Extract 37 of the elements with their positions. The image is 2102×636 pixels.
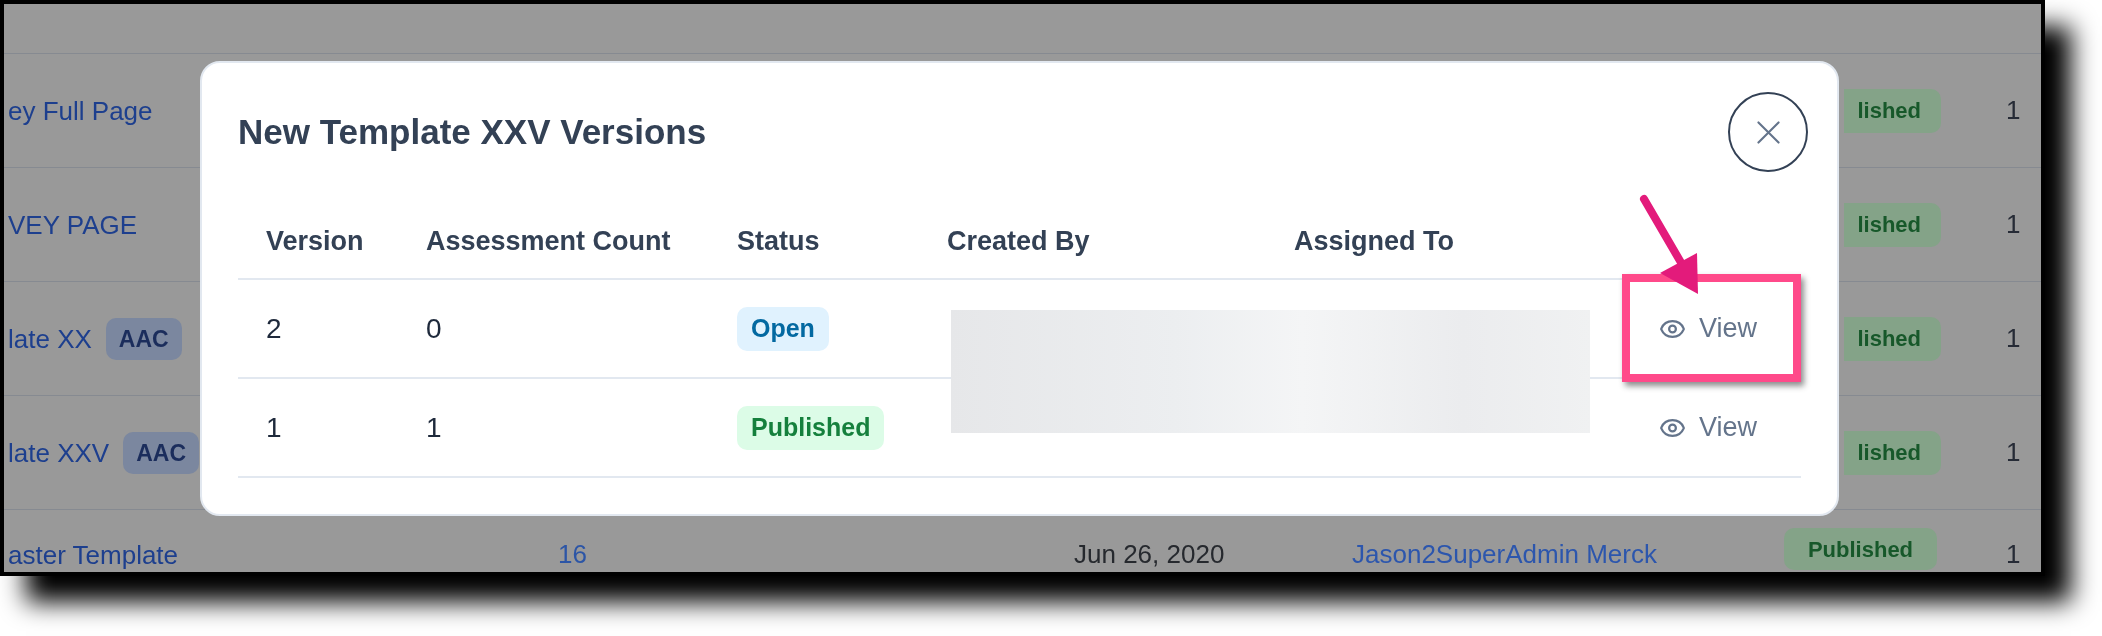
table-cell: 1 <box>2006 437 2021 467</box>
category-tag: AAC <box>123 431 199 474</box>
view-button[interactable]: View <box>1660 407 1758 448</box>
close-icon <box>1756 120 1780 144</box>
view-button[interactable]: View <box>1660 308 1758 349</box>
column-header: Assigned To <box>1294 225 1454 256</box>
dialog-title: New Template XXV Versions <box>238 110 707 153</box>
status-badge: lished <box>1844 316 1941 361</box>
status-badge: Published <box>1784 528 1937 570</box>
table-cell: 0 <box>426 312 442 344</box>
template-name-link[interactable]: late XXV <box>8 437 110 468</box>
user-link[interactable]: Jason2SuperAdmin Merck <box>1352 539 1657 569</box>
column-header: Status <box>737 225 820 256</box>
status-badge: Open <box>737 306 829 351</box>
category-tag: AAC <box>105 317 182 360</box>
eye-icon <box>1660 418 1685 437</box>
template-name-link[interactable]: aster Template <box>8 540 179 570</box>
date-text: Jun 26, 2020 <box>1074 539 1225 569</box>
table-cell: 1 <box>266 411 282 443</box>
table-cell: 1 <box>2006 323 2021 353</box>
status-badge: Published <box>737 405 885 450</box>
table-cell: 2 <box>266 312 282 344</box>
template-name-link[interactable]: late XX <box>8 323 92 354</box>
table-cell: 1 <box>2006 95 2021 125</box>
status-badge: lished <box>1844 430 1941 475</box>
column-header: Version <box>266 225 364 256</box>
status-badge: lished <box>1844 88 1941 133</box>
table-cell: 1 <box>2006 539 2021 569</box>
table-cell: 1 <box>426 411 442 443</box>
status-badge: lished <box>1844 202 1941 247</box>
template-name-link[interactable]: ey Full Page <box>8 95 153 126</box>
table-cell: 1 <box>2006 209 2021 239</box>
eye-icon <box>1660 319 1685 338</box>
template-name-link[interactable]: VEY PAGE <box>8 209 138 240</box>
column-header: Assessment Count <box>426 225 671 256</box>
column-header: Created By <box>947 225 1090 256</box>
count-link[interactable]: 16 <box>558 539 587 569</box>
